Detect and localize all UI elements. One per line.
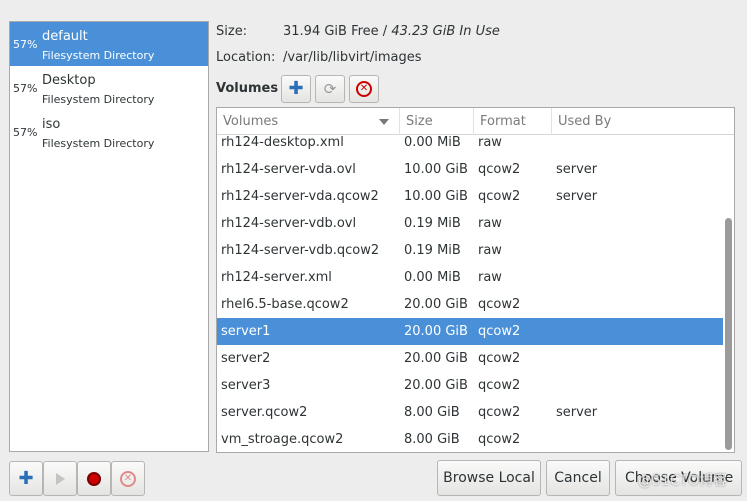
location-value: /var/lib/libvirt/images bbox=[283, 50, 422, 65]
volume-size: 8.00 GiB bbox=[404, 432, 460, 447]
plus-icon: ✚ bbox=[18, 467, 34, 489]
volume-size: 10.00 GiB bbox=[404, 189, 468, 204]
volume-format: qcow2 bbox=[478, 351, 521, 366]
cancel-button[interactable]: Cancel bbox=[546, 460, 610, 496]
volume-format: raw bbox=[478, 216, 502, 231]
size-value: 31.94 GiB Free / 43.23 GiB In Use bbox=[283, 24, 500, 39]
column-header-used-by[interactable]: Used By bbox=[552, 108, 734, 135]
volume-used-by: server bbox=[556, 162, 598, 177]
pool-usage-percent: 57% bbox=[13, 82, 38, 95]
volume-used-by: server bbox=[556, 405, 598, 420]
volume-name: rh124-server-vdb.qcow2 bbox=[221, 243, 380, 258]
add-volume-button[interactable]: ✚ bbox=[281, 75, 311, 103]
volume-format: qcow2 bbox=[478, 378, 521, 393]
column-header-label: Size bbox=[406, 114, 433, 129]
pool-type: Filesystem Directory bbox=[42, 49, 155, 62]
volume-size: 20.00 GiB bbox=[404, 378, 468, 393]
location-label: Location: bbox=[216, 50, 276, 65]
table-row[interactable]: rh124-server-vda.ovl 10.00 GiB qcow2 ser… bbox=[217, 156, 723, 183]
pool-usage-percent: 57% bbox=[13, 126, 38, 139]
volume-size: 0.19 MiB bbox=[404, 216, 461, 231]
volume-name: rh124-server.xml bbox=[221, 270, 332, 285]
stop-icon: ✕ bbox=[356, 81, 372, 97]
size-free: 31.94 GiB Free / bbox=[283, 24, 392, 39]
pool-item-desktop[interactable]: 57% Desktop Filesystem Directory bbox=[10, 66, 208, 110]
pool-item-iso[interactable]: 57% iso Filesystem Directory bbox=[10, 110, 208, 154]
volume-name: server1 bbox=[221, 324, 271, 339]
play-icon bbox=[55, 472, 65, 485]
pool-usage-percent: 57% bbox=[13, 38, 38, 51]
choose-volume-button[interactable]: Choose Volume bbox=[615, 460, 742, 496]
volume-format: qcow2 bbox=[478, 189, 521, 204]
volume-format: raw bbox=[478, 270, 502, 285]
volume-format: raw bbox=[478, 243, 502, 258]
delete-pool-button[interactable]: ✕ bbox=[111, 461, 145, 496]
volume-name: rhel6.5-base.qcow2 bbox=[221, 297, 349, 312]
start-pool-button[interactable] bbox=[43, 461, 77, 496]
table-row[interactable]: server.qcow2 8.00 GiB qcow2 server bbox=[217, 399, 723, 426]
volume-size: 0.00 MiB bbox=[404, 270, 461, 285]
size-in-use: 43.23 GiB In Use bbox=[391, 24, 500, 39]
table-row-selected[interactable]: server1 20.00 GiB qcow2 bbox=[217, 318, 723, 345]
table-row[interactable]: server3 20.00 GiB qcow2 bbox=[217, 372, 723, 399]
volume-name: rh124-server-vda.ovl bbox=[221, 162, 356, 177]
volume-name: vm_stroage.qcow2 bbox=[221, 432, 344, 447]
volume-table-header: Volumes Size Format Used By bbox=[217, 108, 734, 135]
sort-arrow-icon bbox=[379, 119, 389, 125]
pool-name: Desktop bbox=[42, 73, 96, 88]
add-pool-button[interactable]: ✚ bbox=[9, 461, 43, 496]
plus-icon: ✚ bbox=[288, 78, 304, 99]
table-row[interactable]: rh124-server.xml 0.00 MiB raw bbox=[217, 264, 723, 291]
volume-name: rh124-server-vda.qcow2 bbox=[221, 189, 379, 204]
column-header-label: Format bbox=[480, 114, 526, 129]
column-header-size[interactable]: Size bbox=[400, 108, 474, 135]
volume-name: rh124-server-vdb.ovl bbox=[221, 216, 357, 231]
refresh-icon: ⟳ bbox=[323, 79, 337, 98]
pool-item-default[interactable]: 57% default Filesystem Directory bbox=[10, 22, 208, 66]
volume-size: 20.00 GiB bbox=[404, 351, 468, 366]
table-row[interactable]: rh124-server-vdb.qcow2 0.19 MiB raw bbox=[217, 237, 723, 264]
stop-pool-button[interactable] bbox=[77, 461, 111, 496]
volumes-heading: Volumes bbox=[216, 81, 279, 96]
pool-name: iso bbox=[42, 117, 61, 132]
storage-pool-list[interactable]: 57% default Filesystem Directory 57% Des… bbox=[9, 21, 209, 452]
table-row[interactable]: rhel6.5-base.qcow2 20.00 GiB qcow2 bbox=[217, 291, 723, 318]
volume-name: server2 bbox=[221, 351, 271, 366]
browse-local-button[interactable]: Browse Local bbox=[437, 460, 541, 496]
column-header-label: Volumes bbox=[223, 114, 279, 129]
delete-volume-button[interactable]: ✕ bbox=[349, 75, 379, 103]
table-row[interactable]: rh124-server-vdb.ovl 0.19 MiB raw bbox=[217, 210, 723, 237]
record-icon bbox=[87, 471, 101, 486]
column-header-format[interactable]: Format bbox=[474, 108, 552, 135]
volume-size: 0.19 MiB bbox=[404, 243, 461, 258]
volume-format: qcow2 bbox=[478, 297, 521, 312]
table-row[interactable]: vm_stroage.qcow2 8.00 GiB qcow2 bbox=[217, 426, 723, 452]
column-header-volumes[interactable]: Volumes bbox=[217, 108, 400, 135]
column-header-label: Used By bbox=[558, 114, 612, 129]
pool-type: Filesystem Directory bbox=[42, 137, 155, 150]
volume-size: 20.00 GiB bbox=[404, 324, 468, 339]
stop-icon: ✕ bbox=[120, 470, 136, 487]
volume-table[interactable]: rh124-desktop.xml 0.00 MiB raw rh124-ser… bbox=[216, 107, 735, 453]
volume-format: qcow2 bbox=[478, 324, 521, 339]
table-row[interactable]: server2 20.00 GiB qcow2 bbox=[217, 345, 723, 372]
volume-table-body: rh124-desktop.xml 0.00 MiB raw rh124-ser… bbox=[217, 129, 723, 452]
volume-size: 10.00 GiB bbox=[404, 162, 468, 177]
volume-format: qcow2 bbox=[478, 405, 521, 420]
volume-format: qcow2 bbox=[478, 162, 521, 177]
volume-size: 20.00 GiB bbox=[404, 297, 468, 312]
size-label: Size: bbox=[216, 24, 248, 39]
refresh-volumes-button[interactable]: ⟳ bbox=[315, 75, 345, 103]
vertical-scrollbar[interactable] bbox=[725, 218, 732, 450]
volume-name: server.qcow2 bbox=[221, 405, 308, 420]
table-row[interactable]: rh124-server-vda.qcow2 10.00 GiB qcow2 s… bbox=[217, 183, 723, 210]
volume-used-by: server bbox=[556, 189, 598, 204]
volume-name: server3 bbox=[221, 378, 271, 393]
pool-name: default bbox=[42, 29, 88, 44]
volume-format: qcow2 bbox=[478, 432, 521, 447]
volume-size: 8.00 GiB bbox=[404, 405, 460, 420]
pool-type: Filesystem Directory bbox=[42, 93, 155, 106]
